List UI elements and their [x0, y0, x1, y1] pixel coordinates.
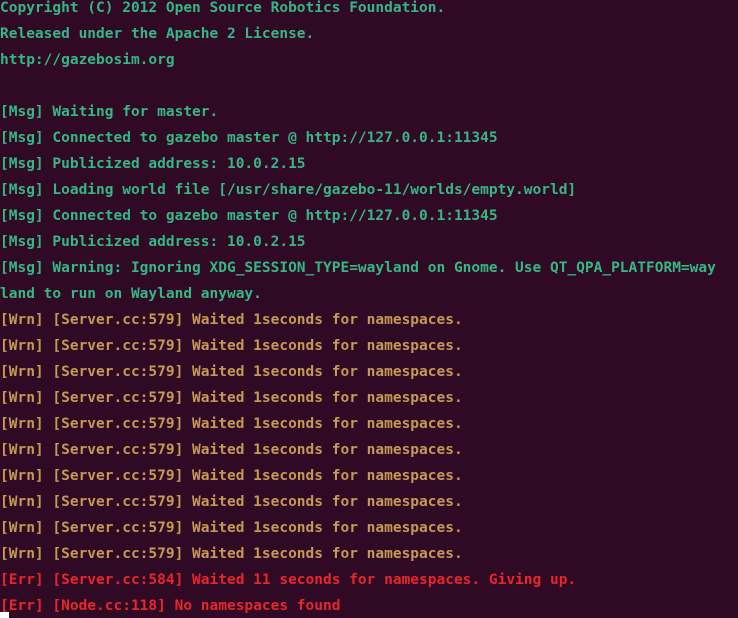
terminal-line: Released under the Apache 2 License. [0, 26, 315, 42]
terminal-line: [Wrn] [Server.cc:579] Waited 1seconds fo… [0, 416, 463, 432]
terminal-window[interactable]: Copyright (C) 2012 Open Source Robotics … [0, 0, 738, 618]
terminal-line: [Wrn] [Server.cc:579] Waited 1seconds fo… [0, 338, 463, 354]
terminal-line: [Err] [Server.cc:584] Waited 11 seconds … [0, 572, 577, 588]
terminal-line: [Msg] Connected to gazebo master @ http:… [0, 208, 498, 224]
terminal-line: [Err] [Node.cc:118] No namespaces found [0, 598, 341, 614]
terminal-line: [Wrn] [Server.cc:579] Waited 1seconds fo… [0, 520, 463, 536]
terminal-line: [Msg] Publicized address: 10.0.2.15 [0, 156, 306, 172]
terminal-line: [Msg] Waiting for master. [0, 104, 219, 120]
terminal-line: [Wrn] [Server.cc:579] Waited 1seconds fo… [0, 468, 463, 484]
terminal-line: [Msg] Publicized address: 10.0.2.15 [0, 234, 306, 250]
terminal-line: [Wrn] [Server.cc:579] Waited 1seconds fo… [0, 390, 463, 406]
terminal-line: [Wrn] [Server.cc:579] Waited 1seconds fo… [0, 312, 463, 328]
terminal-line: [Msg] Warning: Ignoring XDG_SESSION_TYPE… [0, 260, 716, 276]
terminal-cursor [0, 612, 9, 618]
terminal-line: [Wrn] [Server.cc:579] Waited 1seconds fo… [0, 442, 463, 458]
terminal-line: [Wrn] [Server.cc:579] Waited 1seconds fo… [0, 494, 463, 510]
terminal-line: Copyright (C) 2012 Open Source Robotics … [0, 0, 446, 16]
terminal-line: land to run on Wayland anyway. [0, 286, 262, 302]
terminal-line: [Wrn] [Server.cc:579] Waited 1seconds fo… [0, 546, 463, 562]
terminal-line: [Msg] Loading world file [/usr/share/gaz… [0, 182, 577, 198]
terminal-line: [Msg] Connected to gazebo master @ http:… [0, 130, 498, 146]
terminal-line: http://gazebosim.org [0, 52, 175, 68]
terminal-line: [Wrn] [Server.cc:579] Waited 1seconds fo… [0, 364, 463, 380]
